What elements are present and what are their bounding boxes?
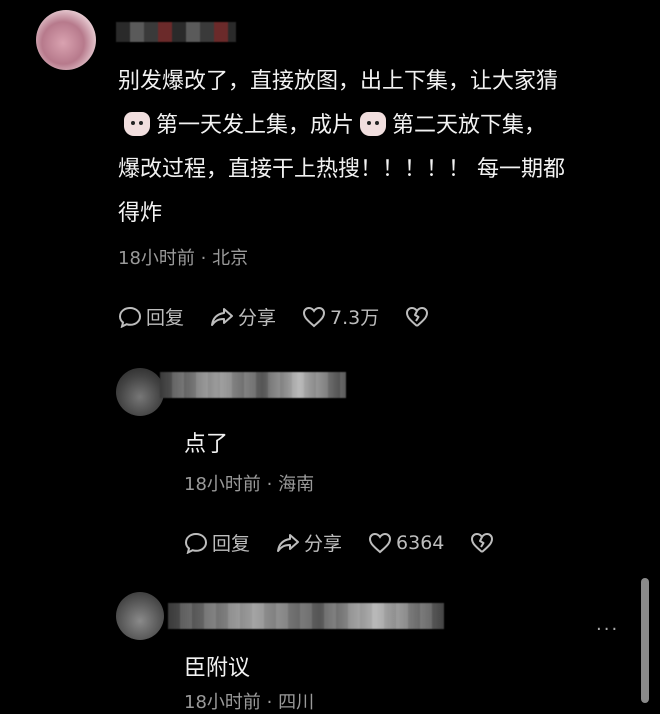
reply1-reply-button[interactable]: 回复 bbox=[184, 529, 250, 556]
like-button[interactable]: 7.3万 bbox=[302, 303, 379, 330]
heart-icon bbox=[302, 306, 326, 328]
reply2-username-blurred[interactable] bbox=[168, 603, 444, 629]
reply1-username-blurred[interactable] bbox=[160, 372, 346, 398]
reply-label: 回复 bbox=[212, 533, 251, 555]
more-options-icon[interactable]: ... bbox=[596, 614, 619, 635]
speech-bubble-icon bbox=[118, 306, 142, 328]
reply1-like-button[interactable]: 6364 bbox=[368, 532, 444, 554]
reply2-text: 臣附议 bbox=[184, 656, 251, 681]
main-comment-actions: 回复 分享 7.3万 bbox=[118, 303, 429, 330]
reply-label: 回复 bbox=[146, 307, 185, 329]
reply1-meta: 18小时前 · 海南 bbox=[184, 474, 315, 495]
reply1-actions: 回复 分享 6364 bbox=[184, 529, 494, 556]
reply1-avatar[interactable] bbox=[116, 368, 164, 416]
main-comment-meta: 18小时前 · 北京 bbox=[118, 248, 249, 269]
comment-line-2: 第一天发上集，成片 第二天放下集， bbox=[118, 104, 638, 148]
username-blurred[interactable] bbox=[116, 22, 236, 42]
share-label: 分享 bbox=[238, 307, 277, 329]
speech-bubble-icon bbox=[184, 532, 208, 554]
broken-heart-icon bbox=[405, 306, 429, 328]
comment-line-1: 别发爆改了，直接放图，出上下集，让大家猜 bbox=[118, 69, 559, 94]
reply1-share-button[interactable]: 分享 bbox=[276, 529, 342, 556]
like-count: 7.3万 bbox=[330, 307, 380, 329]
cat-face-emoji-icon bbox=[360, 112, 387, 136]
scrollbar[interactable] bbox=[641, 578, 649, 703]
reply1-dislike-button[interactable] bbox=[470, 532, 494, 554]
reply2-avatar[interactable] bbox=[116, 592, 164, 640]
main-avatar[interactable] bbox=[36, 10, 96, 70]
comment-line-4: 得炸 bbox=[118, 201, 163, 226]
share-arrow-icon bbox=[210, 306, 234, 328]
cat-face-emoji-icon bbox=[124, 112, 150, 136]
reply-button[interactable]: 回复 bbox=[118, 303, 184, 330]
main-comment-text: 别发爆改了，直接放图，出上下集，让大家猜 第一天发上集，成片 第二天放下集， 爆改… bbox=[118, 60, 638, 236]
like-count: 6364 bbox=[396, 531, 445, 554]
broken-heart-icon bbox=[470, 532, 494, 554]
share-arrow-icon bbox=[276, 532, 300, 554]
reply2-meta: 18小时前 · 四川 bbox=[184, 692, 315, 713]
dislike-button[interactable] bbox=[405, 306, 429, 328]
reply1-text: 点了 bbox=[184, 432, 229, 457]
share-label: 分享 bbox=[304, 533, 343, 555]
heart-icon bbox=[368, 532, 392, 554]
share-button[interactable]: 分享 bbox=[210, 303, 276, 330]
comment-line-3: 爆改过程，直接干上热搜！！！！！ 每一期都 bbox=[118, 157, 565, 182]
